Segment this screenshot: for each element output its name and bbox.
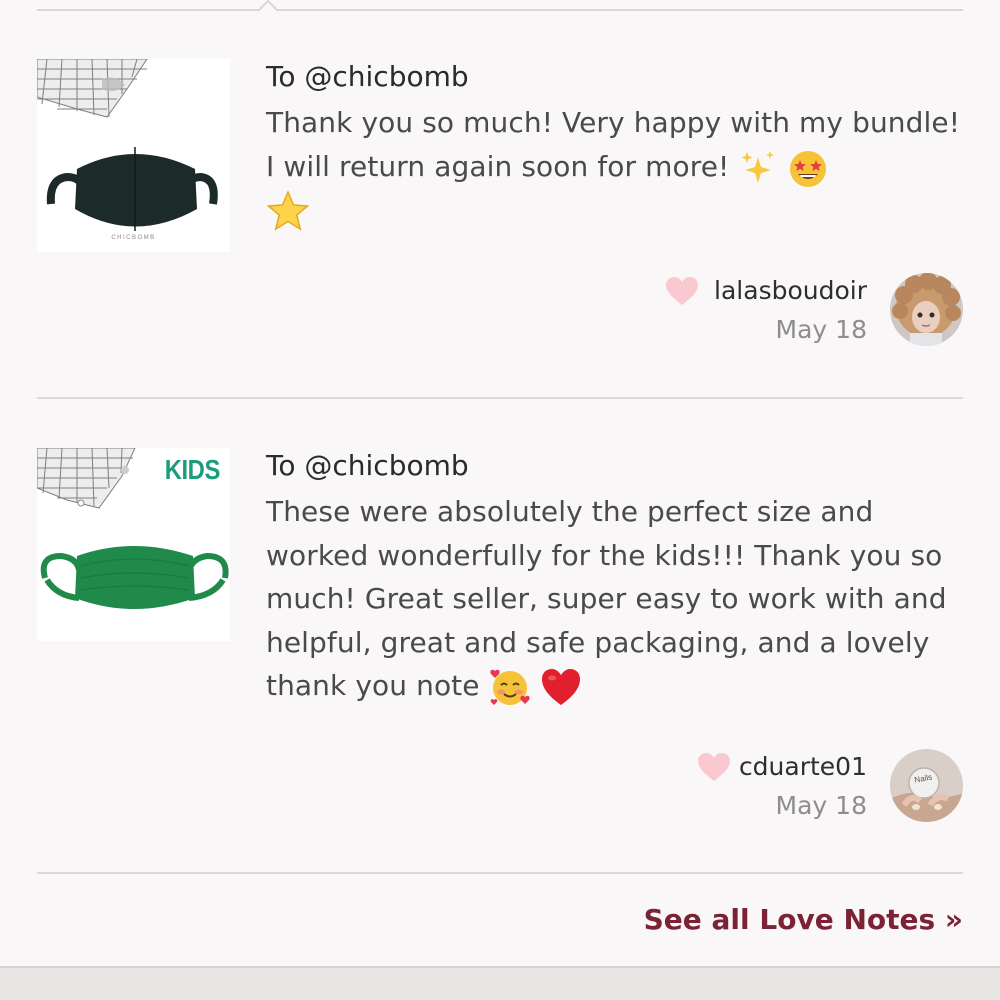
note-text: These were absolutely the perfect size a…: [266, 490, 963, 708]
note-author[interactable]: cduarte01 May 18 Nails: [643, 748, 963, 828]
note-body: To @chicbomb Thank you so much! Very hap…: [266, 59, 963, 232]
note-message: These were absolutely the perfect size a…: [266, 495, 947, 702]
heart-icon[interactable]: [697, 752, 731, 782]
see-all-love-notes-link[interactable]: See all Love Notes »: [644, 898, 963, 942]
product-thumbnail[interactable]: CHICBOMB: [37, 59, 230, 252]
note-text: Thank you so much! Very happy with my bu…: [266, 101, 963, 232]
love-note: CHICBOMB To @chicbomb Thank you so much!…: [37, 59, 963, 359]
love-note: KIDS To @chicbomb These were absolutely …: [37, 448, 963, 838]
star-emoji: [266, 190, 310, 231]
note-date: May 18: [775, 315, 867, 344]
author-avatar[interactable]: [890, 273, 963, 346]
note-recipient: To @chicbomb: [266, 449, 469, 482]
pointer-caret: [258, 0, 278, 12]
product-thumbnail[interactable]: KIDS: [37, 448, 230, 641]
note-message: Thank you so much! Very happy with my bu…: [266, 106, 961, 183]
top-divider: [37, 9, 963, 11]
red-heart-emoji: [541, 669, 580, 705]
smiling-face-with-hearts-emoji: [489, 669, 530, 705]
sparkles-emoji: [741, 150, 775, 183]
note-author[interactable]: lalasboudoir May 18: [643, 272, 963, 352]
brand-label: CHICBOMB: [111, 235, 156, 241]
note-recipient: To @chicbomb: [266, 60, 469, 93]
note-body: To @chicbomb These were absolutely the p…: [266, 448, 963, 708]
note-date: May 18: [775, 791, 867, 820]
footer-band: [0, 966, 1000, 1000]
heart-icon[interactable]: [665, 276, 699, 306]
note-divider: [37, 872, 963, 874]
author-username[interactable]: cduarte01: [739, 752, 867, 782]
black-mask-image: [37, 59, 230, 252]
star-struck-emoji: [790, 150, 827, 187]
author-avatar[interactable]: Nails: [890, 749, 963, 822]
author-username[interactable]: lalasboudoir: [714, 276, 867, 306]
kids-label: KIDS: [164, 454, 221, 485]
note-divider: [37, 397, 963, 399]
